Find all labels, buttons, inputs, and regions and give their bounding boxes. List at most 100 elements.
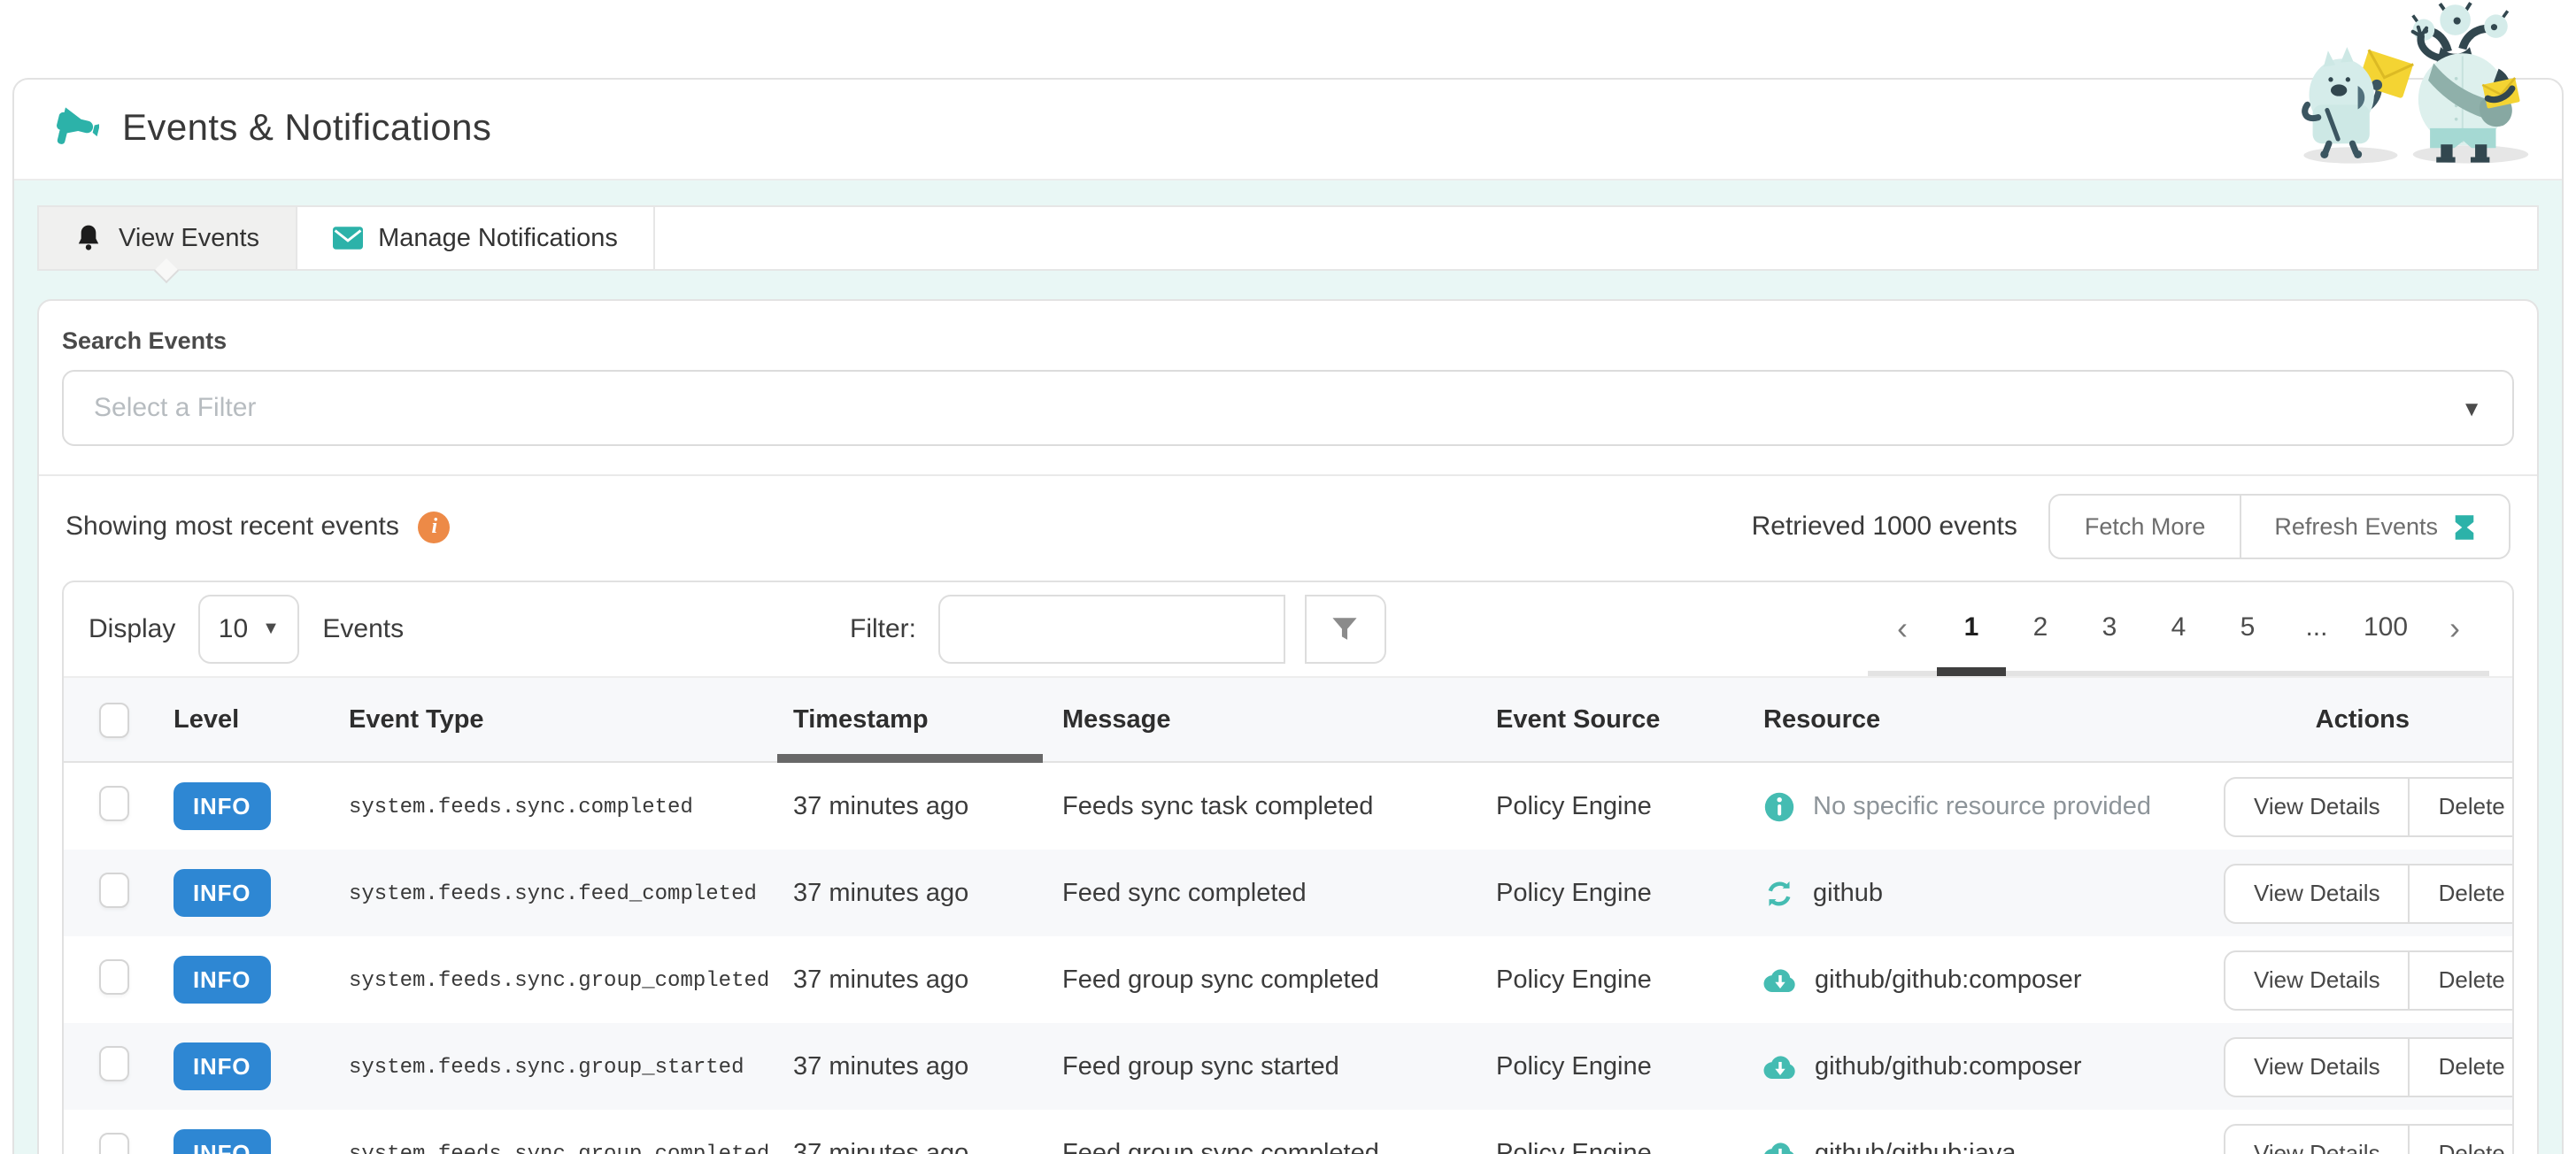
pagination-active-indicator <box>1937 667 2006 676</box>
page-size-select[interactable]: 10 ▼ <box>198 595 300 664</box>
row-checkbox[interactable] <box>99 872 129 907</box>
events-panel: Search Events Select a Filter ▼ Showing … <box>37 299 2539 1154</box>
cloud-download-icon <box>1763 1054 1797 1079</box>
event-type: system.feeds.sync.group_started <box>349 1054 744 1079</box>
table-toolbar: Display 10 ▼ Events Filter: ‹ 1 2 3 4 5 … <box>64 582 2512 676</box>
delete-button[interactable]: Delete <box>2408 776 2512 836</box>
event-type: system.feeds.sync.group_completed <box>349 967 770 992</box>
resource-label: github/github:java <box>1815 1139 2017 1154</box>
event-filter-select[interactable]: Select a Filter ▼ <box>62 370 2514 446</box>
mascot-left <box>2302 47 2414 159</box>
page-button-5[interactable]: 5 <box>2213 582 2282 674</box>
event-type: system.feeds.sync.completed <box>349 794 693 819</box>
row-actions: View Details Delete <box>2224 950 2512 1010</box>
select-all-checkbox[interactable] <box>99 702 129 737</box>
column-header-event-source[interactable]: Event Source <box>1496 678 1763 761</box>
page-button-3[interactable]: 3 <box>2075 582 2144 674</box>
page-button-1[interactable]: 1 <box>1937 582 2006 674</box>
column-header-event-type[interactable]: Event Type <box>349 678 793 761</box>
tab-bar: View Events Manage Notifications <box>37 205 2539 271</box>
row-checkbox[interactable] <box>99 1045 129 1081</box>
column-header-timestamp[interactable]: Timestamp <box>777 678 1062 763</box>
filter-input[interactable] <box>937 595 1284 664</box>
table-row: INFO system.feeds.sync.group_completed 3… <box>64 1110 2512 1154</box>
level-badge: INFO <box>174 782 271 830</box>
tab-label: View Events <box>119 224 260 252</box>
event-source: Policy Engine <box>1496 879 1652 907</box>
pagination: ‹ 1 2 3 4 5... 100 › <box>1868 582 2489 674</box>
column-header-message[interactable]: Message <box>1062 678 1496 761</box>
events-card: Events & Notifications View Events Manag… <box>12 78 2564 1154</box>
filter-label: Filter: <box>850 614 916 644</box>
info-icon <box>1763 790 1795 822</box>
funnel-icon <box>1332 618 1357 640</box>
cloud-download-icon <box>1763 1141 1797 1154</box>
event-source: Policy Engine <box>1496 1139 1652 1154</box>
table-row: INFO system.feeds.sync.group_started 37 … <box>64 1023 2512 1110</box>
column-header-actions[interactable]: Actions <box>2224 678 2512 761</box>
event-timestamp: 37 minutes ago <box>793 1052 969 1081</box>
sync-icon <box>1763 877 1795 909</box>
event-source: Policy Engine <box>1496 792 1652 820</box>
delete-button[interactable]: Delete <box>2408 950 2512 1010</box>
view-details-button[interactable]: View Details <box>2224 1123 2410 1154</box>
event-message: Feed group sync completed <box>1062 1139 1379 1154</box>
row-checkbox[interactable] <box>99 1132 129 1154</box>
column-header-level[interactable]: Level <box>174 678 349 761</box>
view-details-button[interactable]: View Details <box>2224 1036 2410 1096</box>
page-next-button[interactable]: › <box>2420 582 2489 674</box>
fetch-more-button[interactable]: Fetch More <box>2048 494 2241 559</box>
megaphone-icon <box>57 107 99 144</box>
event-message: Feed group sync started <box>1062 1052 1339 1081</box>
events-page: Events & Notifications View Events Manag… <box>0 0 2576 1154</box>
events-label: Events <box>322 614 405 644</box>
event-timestamp: 37 minutes ago <box>793 1139 969 1154</box>
row-actions: View Details Delete <box>2224 1123 2512 1154</box>
view-details-button[interactable]: View Details <box>2224 776 2410 836</box>
refresh-events-button[interactable]: Refresh Events <box>2239 494 2510 559</box>
column-header-resource[interactable]: Resource <box>1763 678 2224 761</box>
event-message: Feeds sync task completed <box>1062 792 1374 820</box>
page-button-100[interactable]: 100 <box>2351 582 2420 674</box>
page-button-...[interactable]: ... <box>2282 582 2351 674</box>
table-row: INFO system.feeds.sync.completed 37 minu… <box>64 763 2512 850</box>
tab-manage-notifications[interactable]: Manage Notifications <box>297 207 655 269</box>
mascots-illustration <box>2302 2 2529 164</box>
tab-label: Manage Notifications <box>378 224 618 252</box>
row-actions: View Details Delete <box>2224 863 2512 923</box>
page-button-4[interactable]: 4 <box>2144 582 2213 674</box>
event-type: system.feeds.sync.feed_completed <box>349 881 757 905</box>
row-checkbox[interactable] <box>99 785 129 820</box>
view-details-button[interactable]: View Details <box>2224 863 2410 923</box>
tab-view-events[interactable]: View Events <box>39 207 297 269</box>
event-timestamp: 37 minutes ago <box>793 966 969 994</box>
page-size-value: 10 <box>218 614 249 644</box>
table-body: INFO system.feeds.sync.completed 37 minu… <box>64 763 2512 1154</box>
page-prev-button[interactable]: ‹ <box>1868 582 1937 674</box>
table-row: INFO system.feeds.sync.group_completed 3… <box>64 936 2512 1023</box>
level-badge: INFO <box>174 1042 271 1090</box>
delete-button[interactable]: Delete <box>2408 1036 2512 1096</box>
fetch-refresh-group: Fetch More Refresh Events <box>2048 494 2510 559</box>
delete-button[interactable]: Delete <box>2408 863 2512 923</box>
page-button-2[interactable]: 2 <box>2006 582 2075 674</box>
view-details-button[interactable]: View Details <box>2224 950 2410 1010</box>
hourglass-icon <box>2455 514 2474 539</box>
cloud-download-icon <box>1763 967 1797 992</box>
apply-filter-button[interactable] <box>1304 595 1385 664</box>
resource-label: No specific resource provided <box>1813 792 2152 820</box>
event-source: Policy Engine <box>1496 966 1652 994</box>
status-row: Showing most recent events i Retrieved 1… <box>62 476 2514 575</box>
row-checkbox[interactable] <box>99 958 129 994</box>
envelope-icon <box>332 227 363 250</box>
event-source: Policy Engine <box>1496 1052 1652 1081</box>
resource-label: github <box>1813 879 1884 907</box>
chevron-down-icon: ▼ <box>262 619 280 639</box>
filter-group: Filter: <box>850 595 1385 664</box>
level-badge: INFO <box>174 1129 271 1154</box>
info-icon[interactable]: i <box>418 511 451 542</box>
delete-button[interactable]: Delete <box>2408 1123 2512 1154</box>
resource-label: github/github:composer <box>1815 966 2082 994</box>
event-type: system.feeds.sync.group_completed <box>349 1141 770 1154</box>
row-actions: View Details Delete <box>2224 1036 2512 1096</box>
